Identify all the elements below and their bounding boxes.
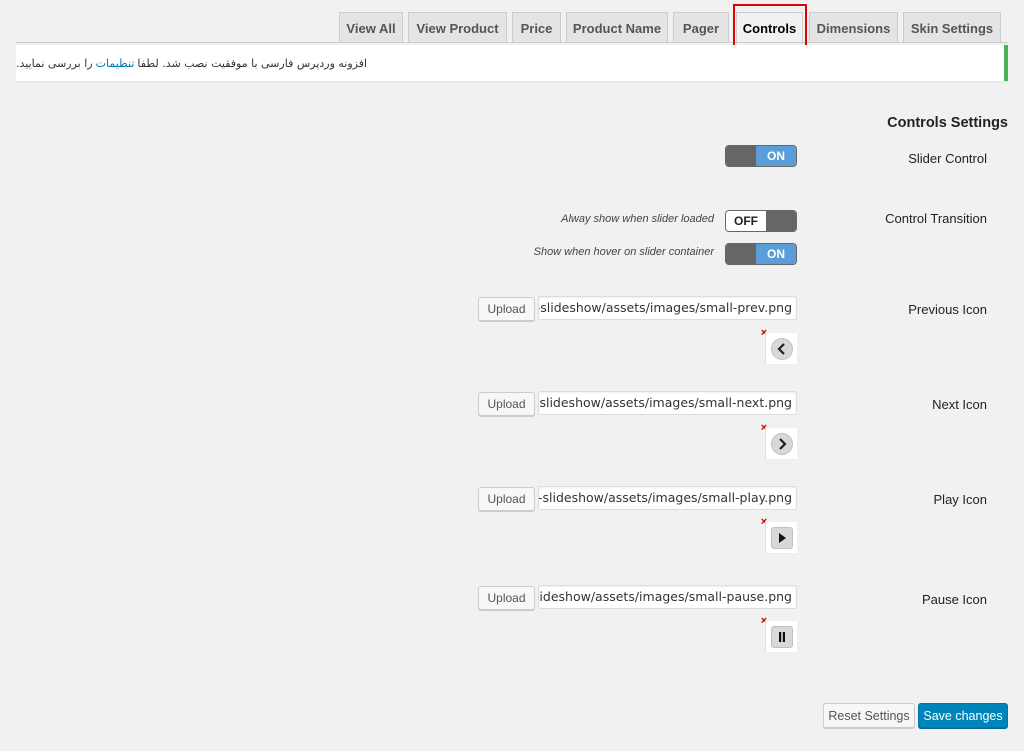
toggle-knob: [726, 244, 756, 264]
always-show-toggle[interactable]: OFF: [725, 210, 797, 232]
save-changes-button[interactable]: Save changes: [918, 703, 1008, 728]
control-transition-label: Control Transition: [885, 211, 987, 226]
pause-icon-path-input[interactable]: ct-slideshow/assets/images/small-pause.p…: [538, 585, 797, 609]
next-icon-path: uct-slideshow/assets/images/small-next.p…: [538, 395, 792, 410]
next-icon-preview: [765, 428, 797, 460]
tab-skin-settings[interactable]: Skin Settings: [903, 12, 1001, 43]
previous-icon-label: Previous Icon: [908, 302, 987, 317]
pause-icon-label: Pause Icon: [921, 592, 987, 607]
tab-product-name[interactable]: Product Name: [566, 12, 668, 43]
hover-show-toggle[interactable]: ON: [725, 243, 797, 265]
notice-text: افزونه وردپرس فارسی با موفقیت نصب شد. لط…: [137, 56, 368, 70]
tabs-divider: [16, 42, 1008, 43]
pause-icon-preview: [765, 621, 797, 653]
slider-control-label: Slider Control: [908, 151, 987, 166]
tab-bar: View All View Product Price Product Name…: [0, 12, 1024, 44]
play-icon-path: uct-slideshow/assets/images/small-play.p…: [538, 490, 792, 505]
tab-price[interactable]: Price: [512, 12, 561, 43]
pause-icon: [771, 626, 793, 648]
reset-settings-button[interactable]: Reset Settings: [823, 703, 915, 728]
toggle-state: ON: [756, 146, 796, 166]
tab-controls[interactable]: Controls: [736, 12, 803, 44]
chevron-right-icon: [771, 433, 793, 455]
notice-settings-link[interactable]: تنظیمات: [96, 57, 135, 70]
pause-upload-button[interactable]: Upload: [478, 586, 535, 610]
chevron-left-icon: [771, 338, 793, 360]
play-icon-preview: [765, 522, 797, 554]
tab-view-all[interactable]: View All: [339, 12, 403, 43]
hover-show-label: Show when hover on slider container: [533, 246, 714, 258]
section-title: Controls Settings: [887, 115, 1008, 131]
always-show-label: Alway show when slider loaded: [561, 213, 714, 225]
toggle-state: OFF: [726, 211, 766, 231]
play-icon: [771, 527, 793, 549]
success-notice: افزونه وردپرس فارسی با موفقیت نصب شد. لط…: [16, 45, 1008, 81]
play-icon-label: Play Icon: [933, 492, 987, 507]
next-icon-label: Next Icon: [932, 397, 987, 412]
pause-icon-path: ct-slideshow/assets/images/small-pause.p…: [538, 589, 792, 604]
play-upload-button[interactable]: Upload: [478, 487, 535, 511]
next-icon-path-input[interactable]: uct-slideshow/assets/images/small-next.p…: [538, 391, 797, 415]
notice-text-end: را بررسی نمایید.: [16, 56, 93, 70]
tab-dimensions[interactable]: Dimensions: [809, 12, 898, 43]
tab-pager[interactable]: Pager: [673, 12, 729, 43]
toggle-knob: [726, 146, 756, 166]
previous-upload-button[interactable]: Upload: [478, 297, 535, 321]
tab-view-product[interactable]: View Product: [408, 12, 507, 43]
previous-icon-path: uct-slideshow/assets/images/small-prev.p…: [538, 300, 792, 315]
toggle-knob: [766, 211, 796, 231]
previous-icon-preview: [765, 333, 797, 365]
next-upload-button[interactable]: Upload: [478, 392, 535, 416]
slider-control-toggle[interactable]: ON: [725, 145, 797, 167]
toggle-state: ON: [756, 244, 796, 264]
previous-icon-path-input[interactable]: uct-slideshow/assets/images/small-prev.p…: [538, 296, 797, 320]
play-icon-path-input[interactable]: uct-slideshow/assets/images/small-play.p…: [538, 486, 797, 510]
